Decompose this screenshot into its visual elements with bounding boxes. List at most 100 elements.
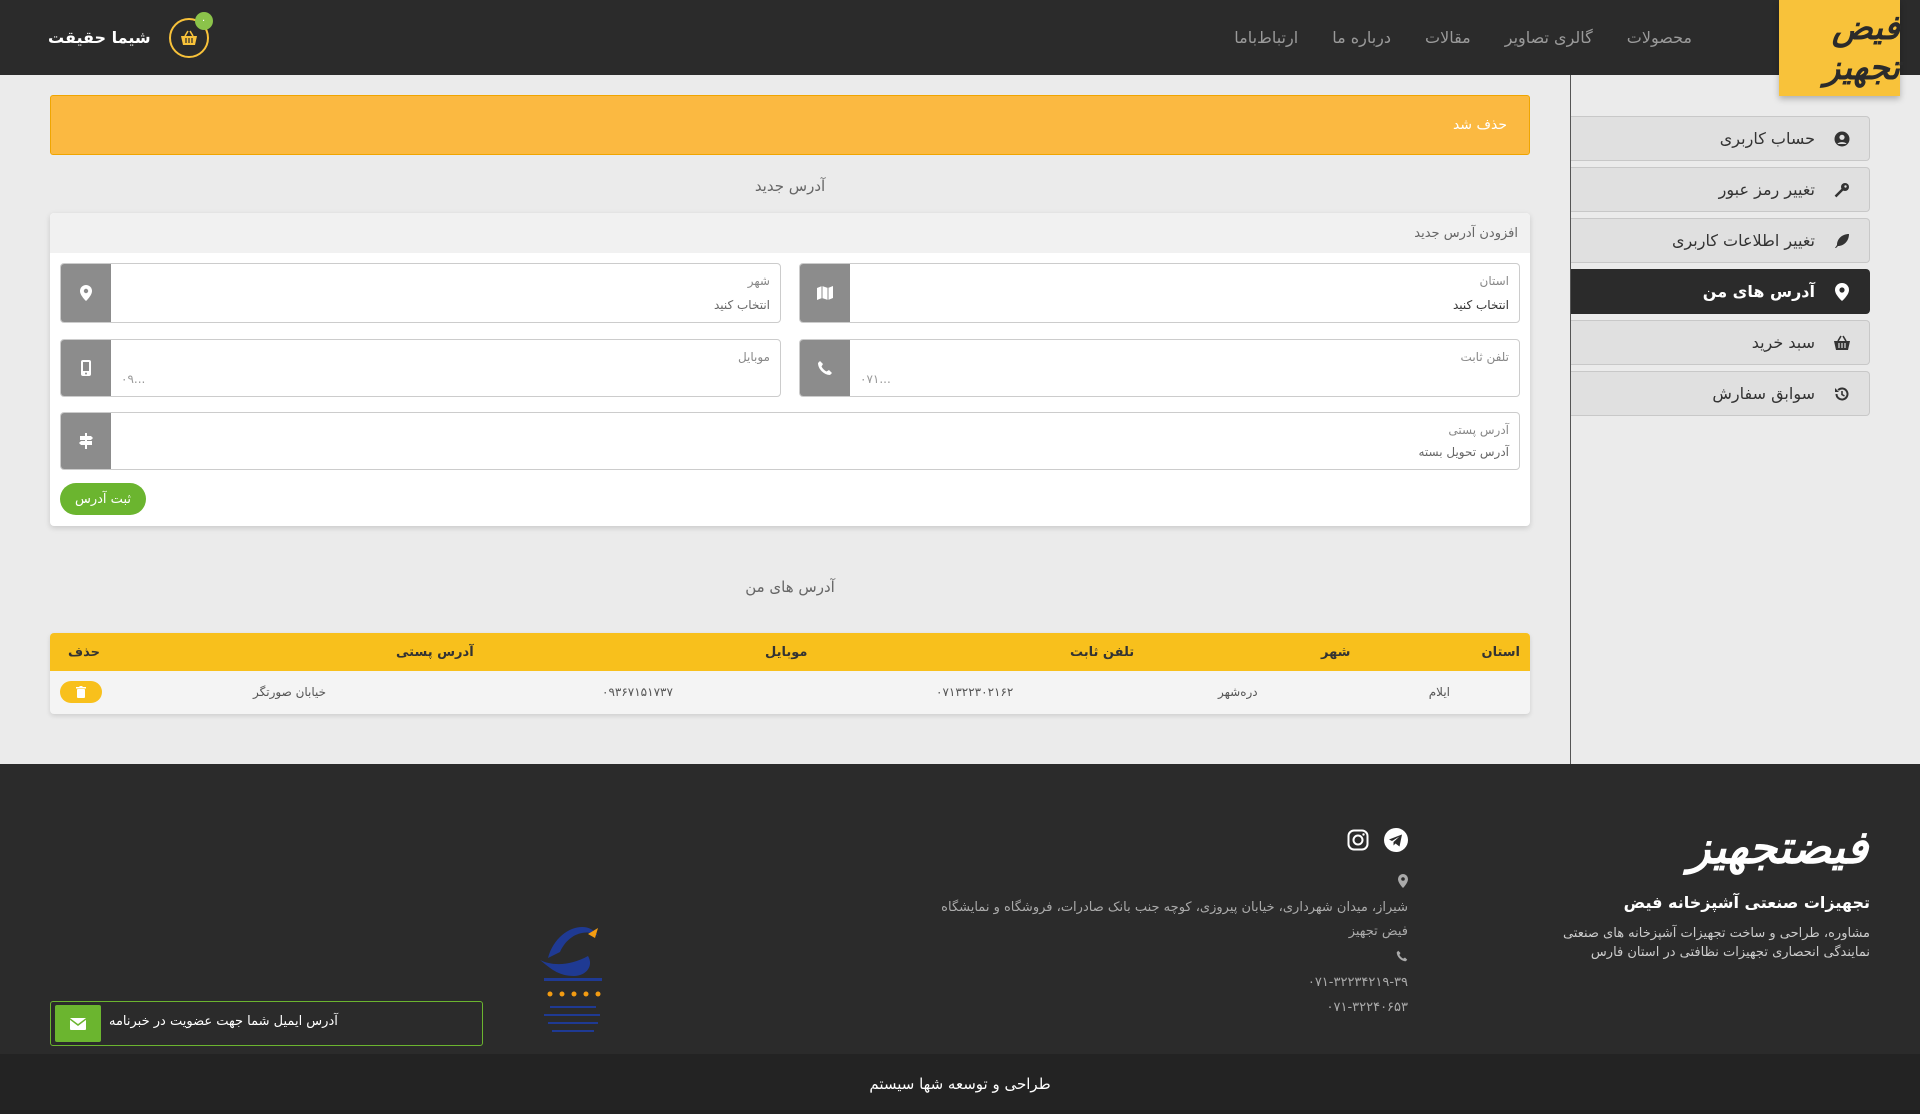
sidebar-item-cart[interactable]: سبد خرید — [1571, 320, 1870, 365]
city-value: انتخاب کنید — [713, 298, 770, 312]
cell-province: ایلام — [1428, 685, 1450, 699]
table-header: استان شهر تلفن ثابت موبایل آدرس پستی حذف — [50, 633, 1530, 671]
mobile-field[interactable]: موبایل ۰۹... — [60, 339, 781, 397]
social-links — [1346, 828, 1408, 852]
footer-credit-bar: طراحی و توسعه شها سیستم — [0, 1054, 1920, 1114]
column-header-delete: حذف — [68, 645, 100, 660]
column-header-province: استان — [1481, 645, 1520, 660]
user-circle-icon — [1833, 130, 1851, 148]
phone-placeholder: ۰۷۱... — [860, 372, 891, 386]
feather-icon — [1833, 232, 1851, 250]
top-navbar: فیض تجهیز محصولات گالری تصاویر مقالات در… — [0, 0, 1920, 96]
postal-address-label: آدرس پستی — [1448, 423, 1509, 437]
map-marker-icon — [61, 264, 111, 322]
footer-address-line: فیض تجهیز — [1348, 924, 1408, 939]
footer-logo[interactable]: فیضتجهیز — [1688, 820, 1871, 874]
footer-desc-line: مشاوره، طراحی و ساخت تجهیزات آشپزخانه ها… — [1562, 926, 1870, 941]
city-label: شهر — [747, 274, 770, 288]
footer-logo-main: فیض — [1792, 820, 1871, 874]
newsletter-submit-button[interactable] — [55, 1005, 101, 1042]
key-icon — [1833, 181, 1851, 199]
enamad-trust-badge[interactable] — [530, 914, 616, 1044]
nav-item-articles[interactable]: مقالات — [1425, 28, 1471, 47]
footer-description: مشاوره، طراحی و ساخت تجهیزات آشپزخانه ها… — [1563, 924, 1870, 962]
cart-button[interactable]: ۰ — [168, 11, 213, 58]
account-sidebar: حساب کاربری تغییر رمز عبور تغییر اطلاعات… — [1571, 116, 1870, 422]
sidebar-item-edit-info[interactable]: تغییر اطلاعات کاربری — [1571, 218, 1870, 263]
sidebar-item-label: سبد خرید — [1751, 333, 1815, 352]
mobile-placeholder: ۰۹... — [121, 372, 146, 386]
nav-item-about[interactable]: درباره ما — [1332, 28, 1391, 47]
sidebar-item-account[interactable]: حساب کاربری — [1571, 116, 1870, 161]
column-header-city: شهر — [1321, 645, 1351, 660]
footer: فیضتجهیز تجهیزات صنعتی آشپزخانه فیض مشاو… — [0, 764, 1920, 1054]
newsletter-form[interactable]: آدرس ایمیل شما جهت عضویت در خبرنامه — [50, 1001, 483, 1046]
map-marker-icon — [1398, 874, 1408, 888]
basket-icon — [1833, 334, 1851, 352]
signpost-icon — [61, 413, 111, 469]
newsletter-email-input[interactable]: آدرس ایمیل شما جهت عضویت در خبرنامه — [109, 1014, 338, 1029]
footer-company-title: تجهیزات صنعتی آشپزخانه فیض — [1623, 893, 1870, 912]
new-address-card: افزودن آدرس جدید استان انتخاب کنید شهر ا… — [50, 213, 1530, 526]
footer-phone[interactable]: ۰۷۱-۳۲۲۴۰۶۵۳ — [1327, 1000, 1409, 1015]
postal-address-placeholder: آدرس تحویل بسته — [1418, 445, 1509, 459]
alert-text: حذف شد — [1452, 117, 1507, 133]
nav-item-contact[interactable]: ارتباط‌باما — [1234, 28, 1298, 47]
footer-phone-icon-wrap — [1396, 950, 1408, 966]
sidebar-item-label: تغییر اطلاعات کاربری — [1671, 231, 1815, 250]
nav-item-products[interactable]: محصولات — [1627, 28, 1692, 47]
mobile-icon — [61, 340, 111, 396]
my-addresses-heading: آدرس های من — [745, 578, 835, 596]
column-header-mobile: موبایل — [765, 645, 808, 660]
history-icon — [1833, 385, 1851, 403]
sidebar-item-label: حساب کاربری — [1719, 129, 1815, 148]
sidebar-item-change-password[interactable]: تغییر رمز عبور — [1571, 167, 1870, 212]
phone-icon — [800, 340, 850, 396]
user-area: شیما حقیقت ۰ — [48, 0, 213, 75]
footer-phone[interactable]: ۰۷۱-۳۲۲۳۴۲۱۹-۳۹ — [1308, 975, 1408, 990]
cell-phone: ۰۷۱۳۲۲۳۰۲۱۶۲ — [936, 685, 1014, 699]
card-header: افزودن آدرس جدید — [50, 213, 1530, 253]
table-row: ایلام دره‌شهر ۰۷۱۳۲۲۳۰۲۱۶۲ ۰۹۳۶۷۱۵۱۷۳۷ خ… — [50, 671, 1530, 714]
mobile-label: موبایل — [737, 350, 770, 364]
postal-address-field[interactable]: آدرس پستی آدرس تحویل بسته — [60, 412, 1520, 470]
nav-item-gallery[interactable]: گالری تصاویر — [1505, 28, 1593, 47]
envelope-icon — [70, 1017, 86, 1030]
submit-address-button[interactable]: ثبت آدرس — [60, 483, 146, 515]
city-select[interactable]: شهر انتخاب کنید — [60, 263, 781, 323]
map-marker-icon — [1833, 282, 1851, 301]
sidebar-item-label: سوابق سفارش — [1712, 384, 1815, 403]
cell-city: دره‌شهر — [1218, 685, 1258, 699]
footer-address-line: شیراز، میدان شهرداری، خیابان پیروزی، کوچ… — [941, 900, 1408, 915]
basket-icon — [180, 30, 197, 45]
footer-credit[interactable]: طراحی و توسعه شها سیستم — [869, 1075, 1050, 1093]
sidebar-item-my-addresses[interactable]: آدرس های من — [1571, 269, 1870, 314]
phone-icon — [1396, 950, 1408, 962]
phone-field[interactable]: تلفن ثابت ۰۷۱... — [799, 339, 1520, 397]
user-name-link[interactable]: شیما حقیقت — [48, 28, 151, 47]
column-header-address: آدرس پستی — [396, 645, 474, 660]
instagram-icon[interactable] — [1346, 828, 1370, 852]
footer-location — [1398, 874, 1408, 892]
telegram-icon[interactable] — [1384, 828, 1408, 852]
trash-icon — [76, 686, 86, 698]
footer-logo-sub: تجهیز — [1688, 820, 1795, 874]
footer-desc-line: نمایندگی انحصاری تجهیزات نظافتی در استان… — [1590, 945, 1870, 960]
sidebar-item-label: تغییر رمز عبور — [1718, 180, 1815, 199]
new-address-heading: آدرس جدید — [754, 177, 826, 195]
cell-mobile: ۰۹۳۶۷۱۵۱۷۳۷ — [602, 685, 673, 699]
sidebar-item-order-history[interactable]: سوابق سفارش — [1571, 371, 1870, 416]
success-alert: حذف شد — [50, 95, 1530, 155]
site-logo[interactable]: فیض تجهیز — [1779, 0, 1902, 96]
card-title: افزودن آدرس جدید — [1414, 225, 1518, 241]
delete-address-button[interactable] — [60, 681, 102, 703]
map-icon — [800, 264, 850, 322]
cell-address: خیابان صورتگر — [253, 685, 327, 699]
phone-label: تلفن ثابت — [1460, 350, 1509, 364]
column-header-phone: تلفن ثابت — [1070, 645, 1135, 660]
province-select[interactable]: استان انتخاب کنید — [799, 263, 1520, 323]
sidebar-item-label: آدرس های من — [1702, 282, 1815, 301]
province-value: انتخاب کنید — [1452, 298, 1509, 312]
cart-count-badge: ۰ — [194, 11, 213, 30]
addresses-table: استان شهر تلفن ثابت موبایل آدرس پستی حذف… — [50, 633, 1530, 714]
